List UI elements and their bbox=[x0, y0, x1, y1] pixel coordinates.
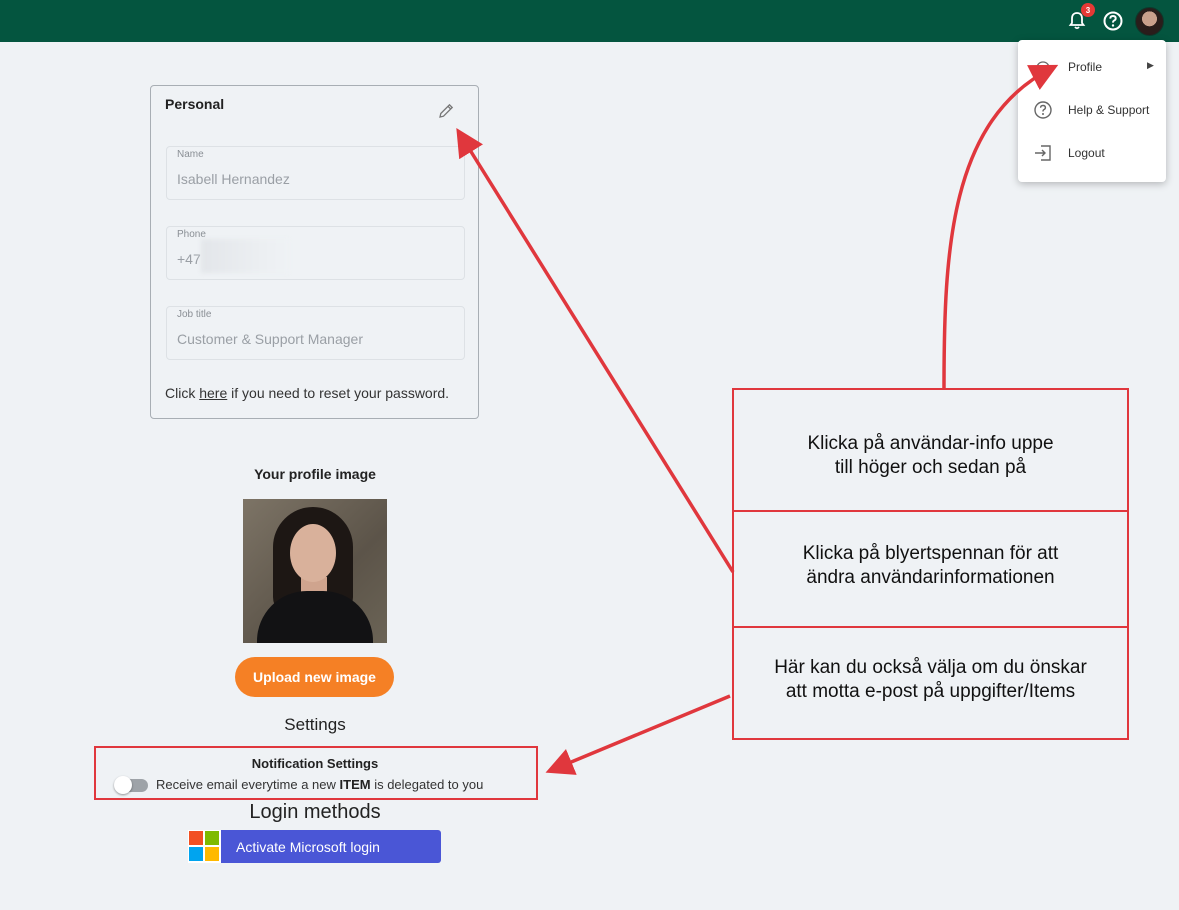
arrow-to-pencil-icon bbox=[456, 128, 735, 573]
arrow-to-notification-settings bbox=[545, 694, 731, 775]
arrow-to-profile-menu bbox=[942, 64, 1059, 389]
annotation-arrows bbox=[456, 64, 1059, 775]
